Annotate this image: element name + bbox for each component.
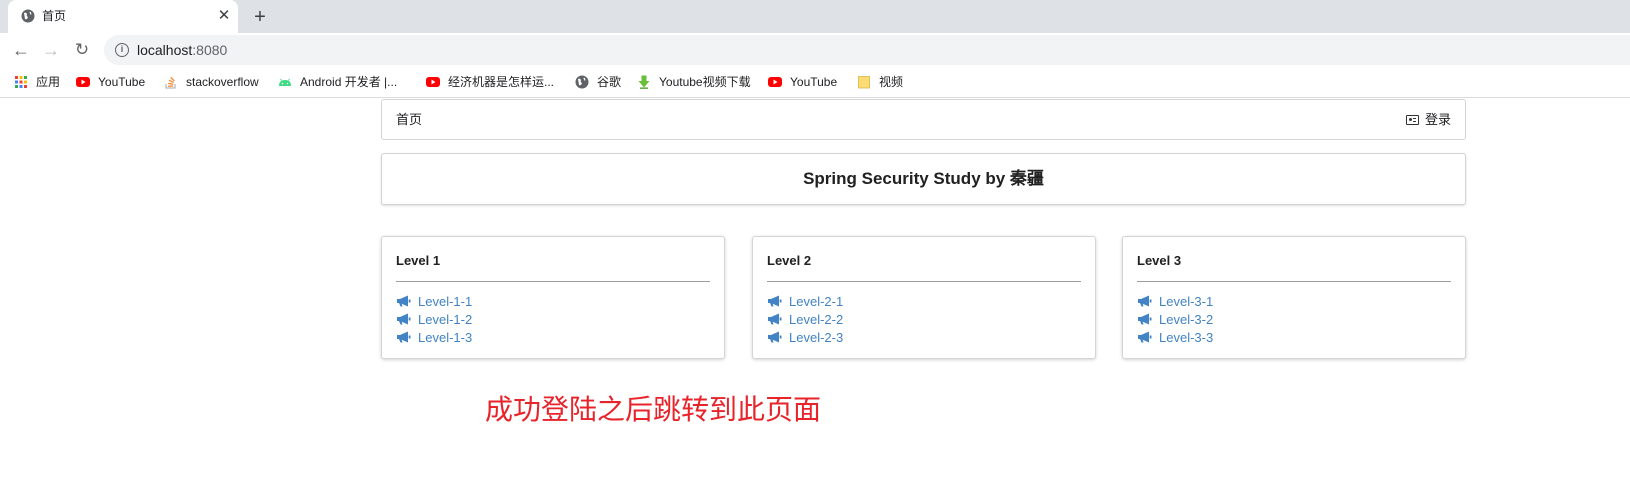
menu-home-link[interactable]: 首页: [396, 112, 422, 128]
globe-icon: [21, 9, 35, 23]
bullhorn-icon: [397, 331, 411, 343]
level-link-label: Level-2-1: [789, 294, 844, 309]
youtube-icon: [76, 77, 90, 87]
bullhorn-icon: [1138, 295, 1152, 307]
reload-icon[interactable]: ↻: [72, 40, 92, 60]
bookmark-label: Youtube视频下载: [659, 75, 751, 89]
bookmarks-bar: 应用 YouTube stackoverflow Android 开发者 |..…: [0, 67, 1630, 98]
bookmark-label: 视频: [879, 75, 904, 89]
card-divider: [767, 281, 1081, 282]
id-card-icon: [1405, 115, 1419, 125]
level-link-label: Level-1-3: [418, 330, 473, 345]
level-link-label: Level-3-3: [1159, 330, 1214, 345]
redirect-caption: 成功登陆之后跳转到此页面: [485, 394, 822, 425]
tab-strip: 首页 ✕ +: [0, 0, 1630, 33]
level-link-label: Level-2-3: [789, 330, 844, 345]
stackoverflow-icon: [165, 76, 176, 89]
apps-grid-icon: [15, 76, 27, 88]
card-divider: [1137, 281, 1451, 282]
bookmark-label: stackoverflow: [186, 75, 259, 89]
download-icon: [638, 75, 650, 89]
forward-arrow-icon[interactable]: →: [41, 40, 61, 60]
bullhorn-icon: [768, 295, 782, 307]
back-arrow-icon[interactable]: ←: [11, 40, 31, 60]
tab-title: 首页: [42, 9, 67, 23]
level-link[interactable]: Level-1-3: [396, 329, 472, 347]
level-link[interactable]: Level-3-1: [1137, 293, 1213, 311]
level-card-3: Level 3 Level-3-1 Level-3-2 Level-3-3: [1122, 236, 1466, 359]
level-link[interactable]: Level-3-3: [1137, 329, 1213, 347]
bookmark-label: Android 开发者 |...: [300, 75, 398, 89]
card-title: Level 2: [767, 253, 812, 268]
level-link-label: Level-2-2: [789, 312, 844, 327]
level-link[interactable]: Level-1-1: [396, 293, 472, 311]
level-link[interactable]: Level-1-2: [396, 311, 472, 329]
new-tab-button[interactable]: +: [249, 6, 271, 28]
bullhorn-icon: [1138, 331, 1152, 343]
level-link[interactable]: Level-2-3: [767, 329, 843, 347]
youtube-icon: [768, 77, 782, 87]
bullhorn-icon: [397, 295, 411, 307]
level-link-label: Level-1-2: [418, 312, 473, 327]
folder-icon: [858, 76, 870, 89]
level-card-1: Level 1 Level-1-1 Level-1-2 Level-1-3: [381, 236, 725, 359]
level-link[interactable]: Level-2-2: [767, 311, 843, 329]
card-links: Level-3-1 Level-3-2 Level-3-3: [1137, 293, 1213, 347]
card-divider: [396, 281, 710, 282]
card-title: Level 1: [396, 253, 441, 268]
globe-icon: [575, 75, 589, 89]
bookmark-label: YouTube: [98, 75, 146, 89]
level-link[interactable]: Level-2-1: [767, 293, 843, 311]
url-port: :8080: [192, 42, 228, 58]
level-link[interactable]: Level-3-2: [1137, 311, 1213, 329]
card-title: Level 3: [1137, 253, 1182, 268]
card-links: Level-1-1 Level-1-2 Level-1-3: [396, 293, 472, 347]
bookmark-label: 应用: [36, 75, 61, 89]
close-tab-icon[interactable]: ✕: [216, 8, 232, 24]
browser-tab[interactable]: 首页 ✕: [8, 0, 238, 33]
bullhorn-icon: [768, 313, 782, 325]
level-link-label: Level-1-1: [418, 294, 473, 309]
page-title: Spring Security Study by 秦疆: [803, 169, 1044, 188]
bookmark-label: 经济机器是怎样运...: [448, 75, 555, 89]
site-header: Spring Security Study by 秦疆: [381, 153, 1466, 205]
bullhorn-icon: [397, 313, 411, 325]
level-link-label: Level-3-1: [1159, 294, 1214, 309]
card-links: Level-2-1 Level-2-2 Level-2-3: [767, 293, 843, 347]
login-label: 登录: [1424, 112, 1451, 127]
level-link-label: Level-3-2: [1159, 312, 1214, 327]
site-info-icon[interactable]: i: [115, 43, 129, 57]
bookmark-label: YouTube: [790, 75, 838, 89]
youtube-icon: [426, 77, 440, 87]
url-text[interactable]: localhost:8080: [137, 43, 227, 57]
android-icon: [279, 78, 291, 86]
level-card-2: Level 2 Level-2-1 Level-2-2 Level-2-3: [752, 236, 1096, 359]
top-menu: 首页 登录: [381, 99, 1466, 140]
browser-toolbar: ← → ↻ i localhost:8080: [0, 33, 1630, 67]
login-link[interactable]: 登录: [1405, 112, 1451, 128]
address-bar[interactable]: i localhost:8080: [104, 35, 1630, 65]
bullhorn-icon: [1138, 313, 1152, 325]
bullhorn-icon: [768, 331, 782, 343]
url-host: localhost: [137, 42, 193, 58]
bookmark-label: 谷歌: [597, 75, 622, 89]
